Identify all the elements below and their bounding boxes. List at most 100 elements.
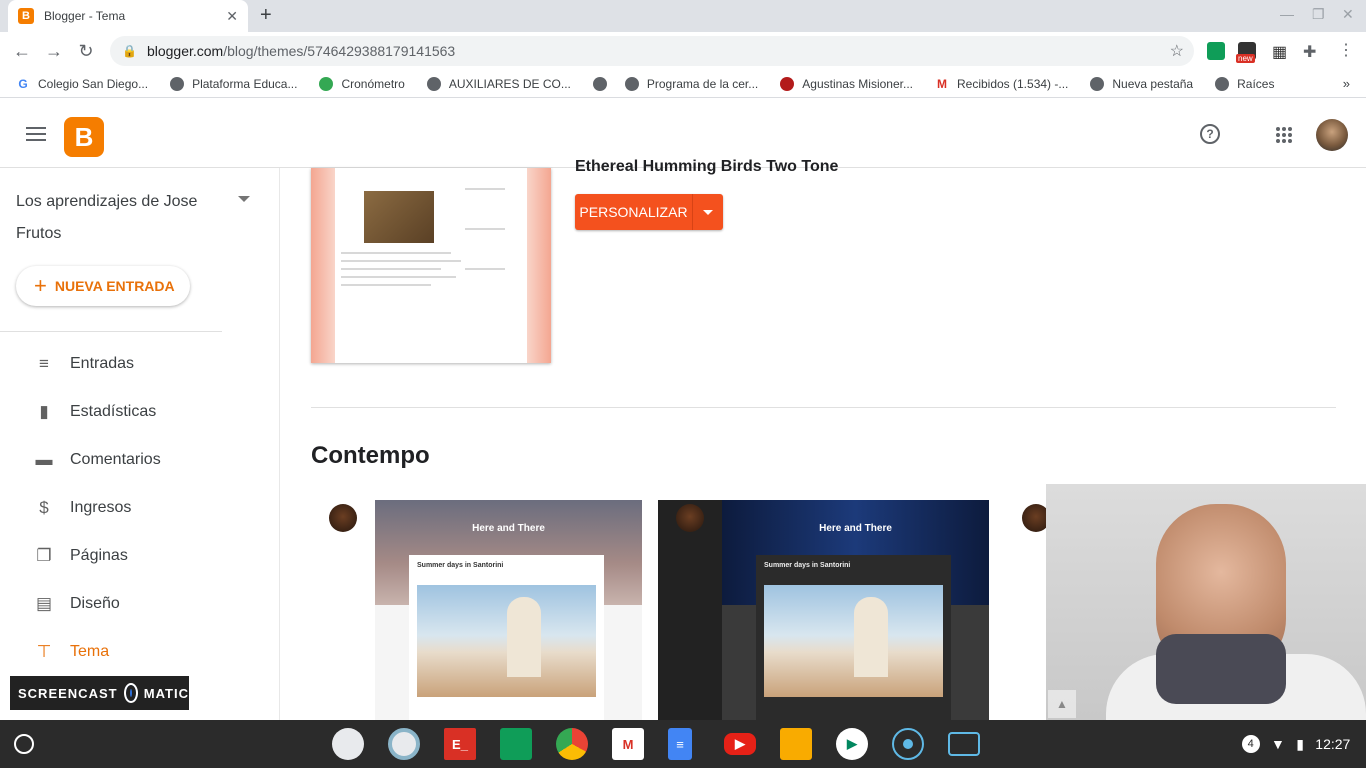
launcher-icon[interactable] [14,734,34,754]
app-youtube-icon[interactable]: ▶ [724,733,756,755]
current-theme-preview[interactable] [311,168,551,363]
app-gmail-icon[interactable]: M [612,728,644,760]
plus-icon: + [34,273,47,298]
bookmark-item[interactable]: Programa de la cer... [624,76,758,91]
scroll-to-top-icon[interactable]: ▲ [1048,690,1076,718]
bookmark-item[interactable]: M Recibidos (1.534) -... [934,76,1068,91]
preview-text-line [341,260,461,262]
caret-down-icon[interactable] [238,196,250,202]
app-files-icon[interactable] [388,728,420,760]
bookmark-item[interactable]: G Colegio San Diego... [16,76,148,91]
card-avatar [329,504,357,532]
bookmark-item[interactable]: Agustinas Misioner... [780,76,913,91]
card-photo-tower [507,597,541,677]
preview-text-line [465,268,505,270]
minimize-icon[interactable]: — [1280,6,1294,22]
section-title: Contempo [311,442,430,469]
card-photo-tower [854,597,888,677]
globe-icon [426,76,441,91]
notification-count-badge: 4 [1241,735,1260,753]
blogger-favicon-icon: B [18,8,34,24]
globe-icon [624,76,639,91]
app-docs-icon[interactable]: ≡ [668,728,692,760]
restore-icon[interactable]: ❐ [1312,6,1325,23]
app-keep-icon[interactable] [780,728,812,760]
cross-icon [780,76,795,91]
card-hero-title: Here and There [472,523,545,534]
back-icon[interactable]: ← [6,41,38,62]
bookmark-star-icon[interactable]: ☆ [1170,41,1184,61]
avatar[interactable] [1316,119,1348,151]
address-bar[interactable]: 🔒 blogger.com/blog/themes/57464293881791… [110,36,1194,66]
tab-close-icon[interactable]: ✕ [226,8,238,25]
app-camera-icon[interactable] [948,732,980,756]
url-path: /blog/themes/5746429388179141563 [223,43,456,59]
app-photos-icon[interactable] [332,728,364,760]
sidebar-divider [0,331,222,332]
bookmark-item[interactable]: Nueva pestaña [1090,76,1193,91]
bookmarks-more-icon[interactable]: » [1343,76,1350,91]
globe-icon [1090,76,1105,91]
close-window-icon[interactable]: ✕ [1342,6,1354,23]
lock-icon: 🔒 [122,44,137,58]
new-tab-button[interactable]: + [260,4,272,27]
bookmark-item[interactable]: Cronómetro [319,76,405,91]
theme-card-light[interactable]: Here and There Summer days in Santorini [311,500,642,720]
current-theme-name: Ethereal Humming Birds Two Tone [575,158,839,175]
sidebar-item-paginas[interactable]: ❐ Páginas [0,532,280,580]
classroom-extension-icon[interactable] [1207,42,1225,60]
pages-icon: ❐ [36,546,52,565]
app-play-store-icon[interactable]: ▶ [836,728,868,760]
globe-icon [170,76,185,91]
blog-selector[interactable]: Los aprendizajes de Jose Frutos [16,186,226,250]
card-post-title: Summer days in Santorini [764,562,851,569]
hamburger-menu-icon[interactable] [26,127,46,141]
customize-label: PERSONALIZAR [579,204,688,220]
card-post: Summer days in Santorini [756,555,951,720]
blogger-logo[interactable]: B [64,117,104,157]
bookmark-item[interactable] [592,76,615,91]
app-classroom-icon[interactable] [500,728,532,760]
bookmark-item[interactable]: Raíces [1215,76,1274,91]
reload-icon[interactable]: ↻ [70,41,102,62]
bookmark-item[interactable]: Plataforma Educa... [170,76,297,91]
customize-dropdown-icon[interactable] [693,209,723,215]
section-divider [311,407,1336,408]
bookmark-item[interactable]: AUXILIARES DE CO... [426,76,571,91]
card-avatar [676,504,704,532]
dollar-icon: $ [39,498,49,517]
battery-icon: ▮ [1296,735,1304,752]
wifi-icon: ▼ [1271,736,1285,752]
sidebar-item-estadisticas[interactable]: ▮ Estadísticas [0,388,280,436]
help-icon[interactable]: ? [1200,124,1220,144]
card-photo [417,585,596,697]
puzzle-icon[interactable]: ✚ [1303,42,1316,62]
app-screencast-icon[interactable] [892,728,924,760]
grid-extension-icon[interactable]: ▦ [1272,42,1287,62]
webcam-person-scarf [1156,634,1286,704]
screencast-watermark: SCREENCAST MATIC [10,676,189,710]
preview-text-line [341,268,441,270]
clock-time: 12:27 [1315,736,1351,752]
new-post-button[interactable]: + NUEVA ENTRADA [16,266,190,306]
sidebar-item-diseno[interactable]: ▤ Diseño [0,580,280,628]
tab-title: Blogger - Tema [44,9,126,23]
preview-text-line [341,276,456,278]
new-post-label: NUEVA ENTRADA [54,278,175,294]
sidebar-item-tema[interactable]: ⊤ Tema [0,628,280,676]
preview-photo [364,191,434,243]
browser-menu-icon[interactable]: ⋮ [1338,40,1354,60]
status-tray[interactable]: 4 ▼ ▮ 12:27 [1236,728,1356,760]
preview-text-line [341,284,431,286]
sidebar-item-ingresos[interactable]: $ Ingresos [0,484,280,532]
customize-button[interactable]: PERSONALIZAR [575,194,723,230]
apps-grid-icon[interactable] [1276,127,1292,143]
app-edpuzzle-icon[interactable]: E_ [444,728,476,760]
sidebar-item-comentarios[interactable]: ▬ Comentarios [0,436,280,484]
browser-tab[interactable]: B Blogger - Tema ✕ [8,0,248,32]
sidebar-item-entradas[interactable]: ≡ Entradas [0,340,280,388]
theme-card-dark[interactable]: Here and There Summer days in Santorini [658,500,989,720]
app-chrome-icon[interactable] [556,728,588,760]
preview-text-line [465,188,505,190]
forward-icon[interactable]: → [38,41,70,62]
